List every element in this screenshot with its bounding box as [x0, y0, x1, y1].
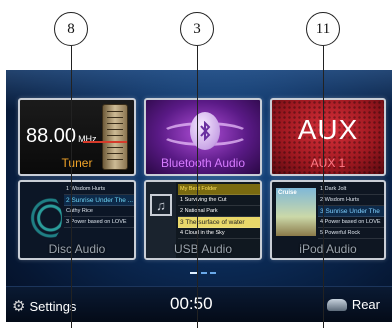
clock: 00:50: [170, 294, 213, 313]
leader-line-11: [323, 46, 324, 328]
rear-button[interactable]: Rear: [326, 297, 380, 312]
list-item: 2 National Park: [178, 206, 260, 217]
car-icon: [326, 298, 347, 311]
bluetooth-audio-label: Bluetooth Audio: [160, 156, 246, 170]
list-item: 1 Dark Jolt: [318, 184, 384, 195]
usb-audio-label: USB Audio: [173, 242, 233, 256]
list-item: 3 Power based on LOVE: [64, 217, 134, 228]
music-note-icon: ♫: [150, 194, 172, 216]
list-item: My Best Folder: [178, 184, 260, 195]
callout-11: 11: [306, 12, 340, 46]
list-item: 2 Wisdom Hurts: [318, 195, 384, 206]
callout-8: 8: [54, 12, 88, 46]
bluetooth-audio-tile[interactable]: Bluetooth Audio: [144, 98, 262, 176]
disc-icon: [24, 192, 62, 244]
leader-line-3: [197, 46, 198, 328]
ipod-tracklist: 1 Dark Jolt 2 Wisdom Hurts 3 Sunrise Und…: [318, 184, 384, 239]
disc-audio-label: Disc Audio: [48, 242, 106, 256]
disc-audio-tile[interactable]: 1 Wisdom Hurts 2 Sunrise Under The ... C…: [18, 180, 136, 260]
settings-button[interactable]: ⚙ Settings: [12, 297, 76, 315]
list-item: 4 Cloud in the Sky: [178, 228, 260, 239]
ipod-audio-label: iPod Audio: [299, 242, 357, 256]
list-item: 4 Power based on LOVE: [318, 217, 384, 228]
leader-line-8: [71, 46, 72, 328]
tuner-frequency: 88.00 MHz: [26, 125, 97, 148]
tuner-tile[interactable]: 88.00 MHz Tuner: [18, 98, 136, 176]
disc-tracklist: 1 Wisdom Hurts 2 Sunrise Under The ... C…: [64, 184, 134, 228]
usb-audio-tile[interactable]: ♫ My Best Folder 1 Surviving the Cut 2 N…: [144, 180, 262, 260]
list-item: 2 Sunrise Under The ...: [64, 195, 134, 206]
tuner-label: Tuner: [61, 156, 93, 170]
bluetooth-icon: [190, 112, 220, 150]
list-item: Cathy Rice: [64, 206, 134, 217]
callout-8-number: 8: [67, 20, 75, 37]
list-item: 1 Surviving the Cut: [178, 195, 260, 206]
callout-3: 3: [180, 12, 214, 46]
page-indicator[interactable]: [190, 272, 216, 274]
ipod-audio-tile[interactable]: Cruise 1 Dark Jolt 2 Wisdom Hurts 3 Sunr…: [270, 180, 386, 260]
list-item: 3 The surface of water: [178, 217, 260, 228]
gear-icon: ⚙: [12, 298, 26, 315]
settings-label: Settings: [29, 298, 77, 314]
callout-3-number: 3: [193, 20, 201, 37]
list-item: 1 Wisdom Hurts: [64, 184, 134, 195]
usb-tracklist: My Best Folder 1 Surviving the Cut 2 Nat…: [178, 184, 260, 239]
aux-tile[interactable]: AUX AUX 1: [270, 98, 386, 176]
frequency-value: 88.00: [26, 125, 77, 147]
aux-label: AUX 1: [310, 156, 346, 170]
callout-11-number: 11: [315, 20, 331, 37]
list-item: 5 Powerful Rock: [318, 228, 384, 239]
list-item: 3 Sunrise Under The: [318, 206, 384, 217]
album-cover: Cruise: [276, 188, 316, 236]
rear-label: Rear: [351, 297, 380, 312]
aux-logo: AUX: [297, 114, 359, 145]
head-unit-screen: 88.00 MHz Tuner Bluetooth Audio AUX AUX 1…: [6, 70, 392, 322]
bottom-bar: ⚙ Settings 00:50 Rear: [6, 286, 392, 322]
